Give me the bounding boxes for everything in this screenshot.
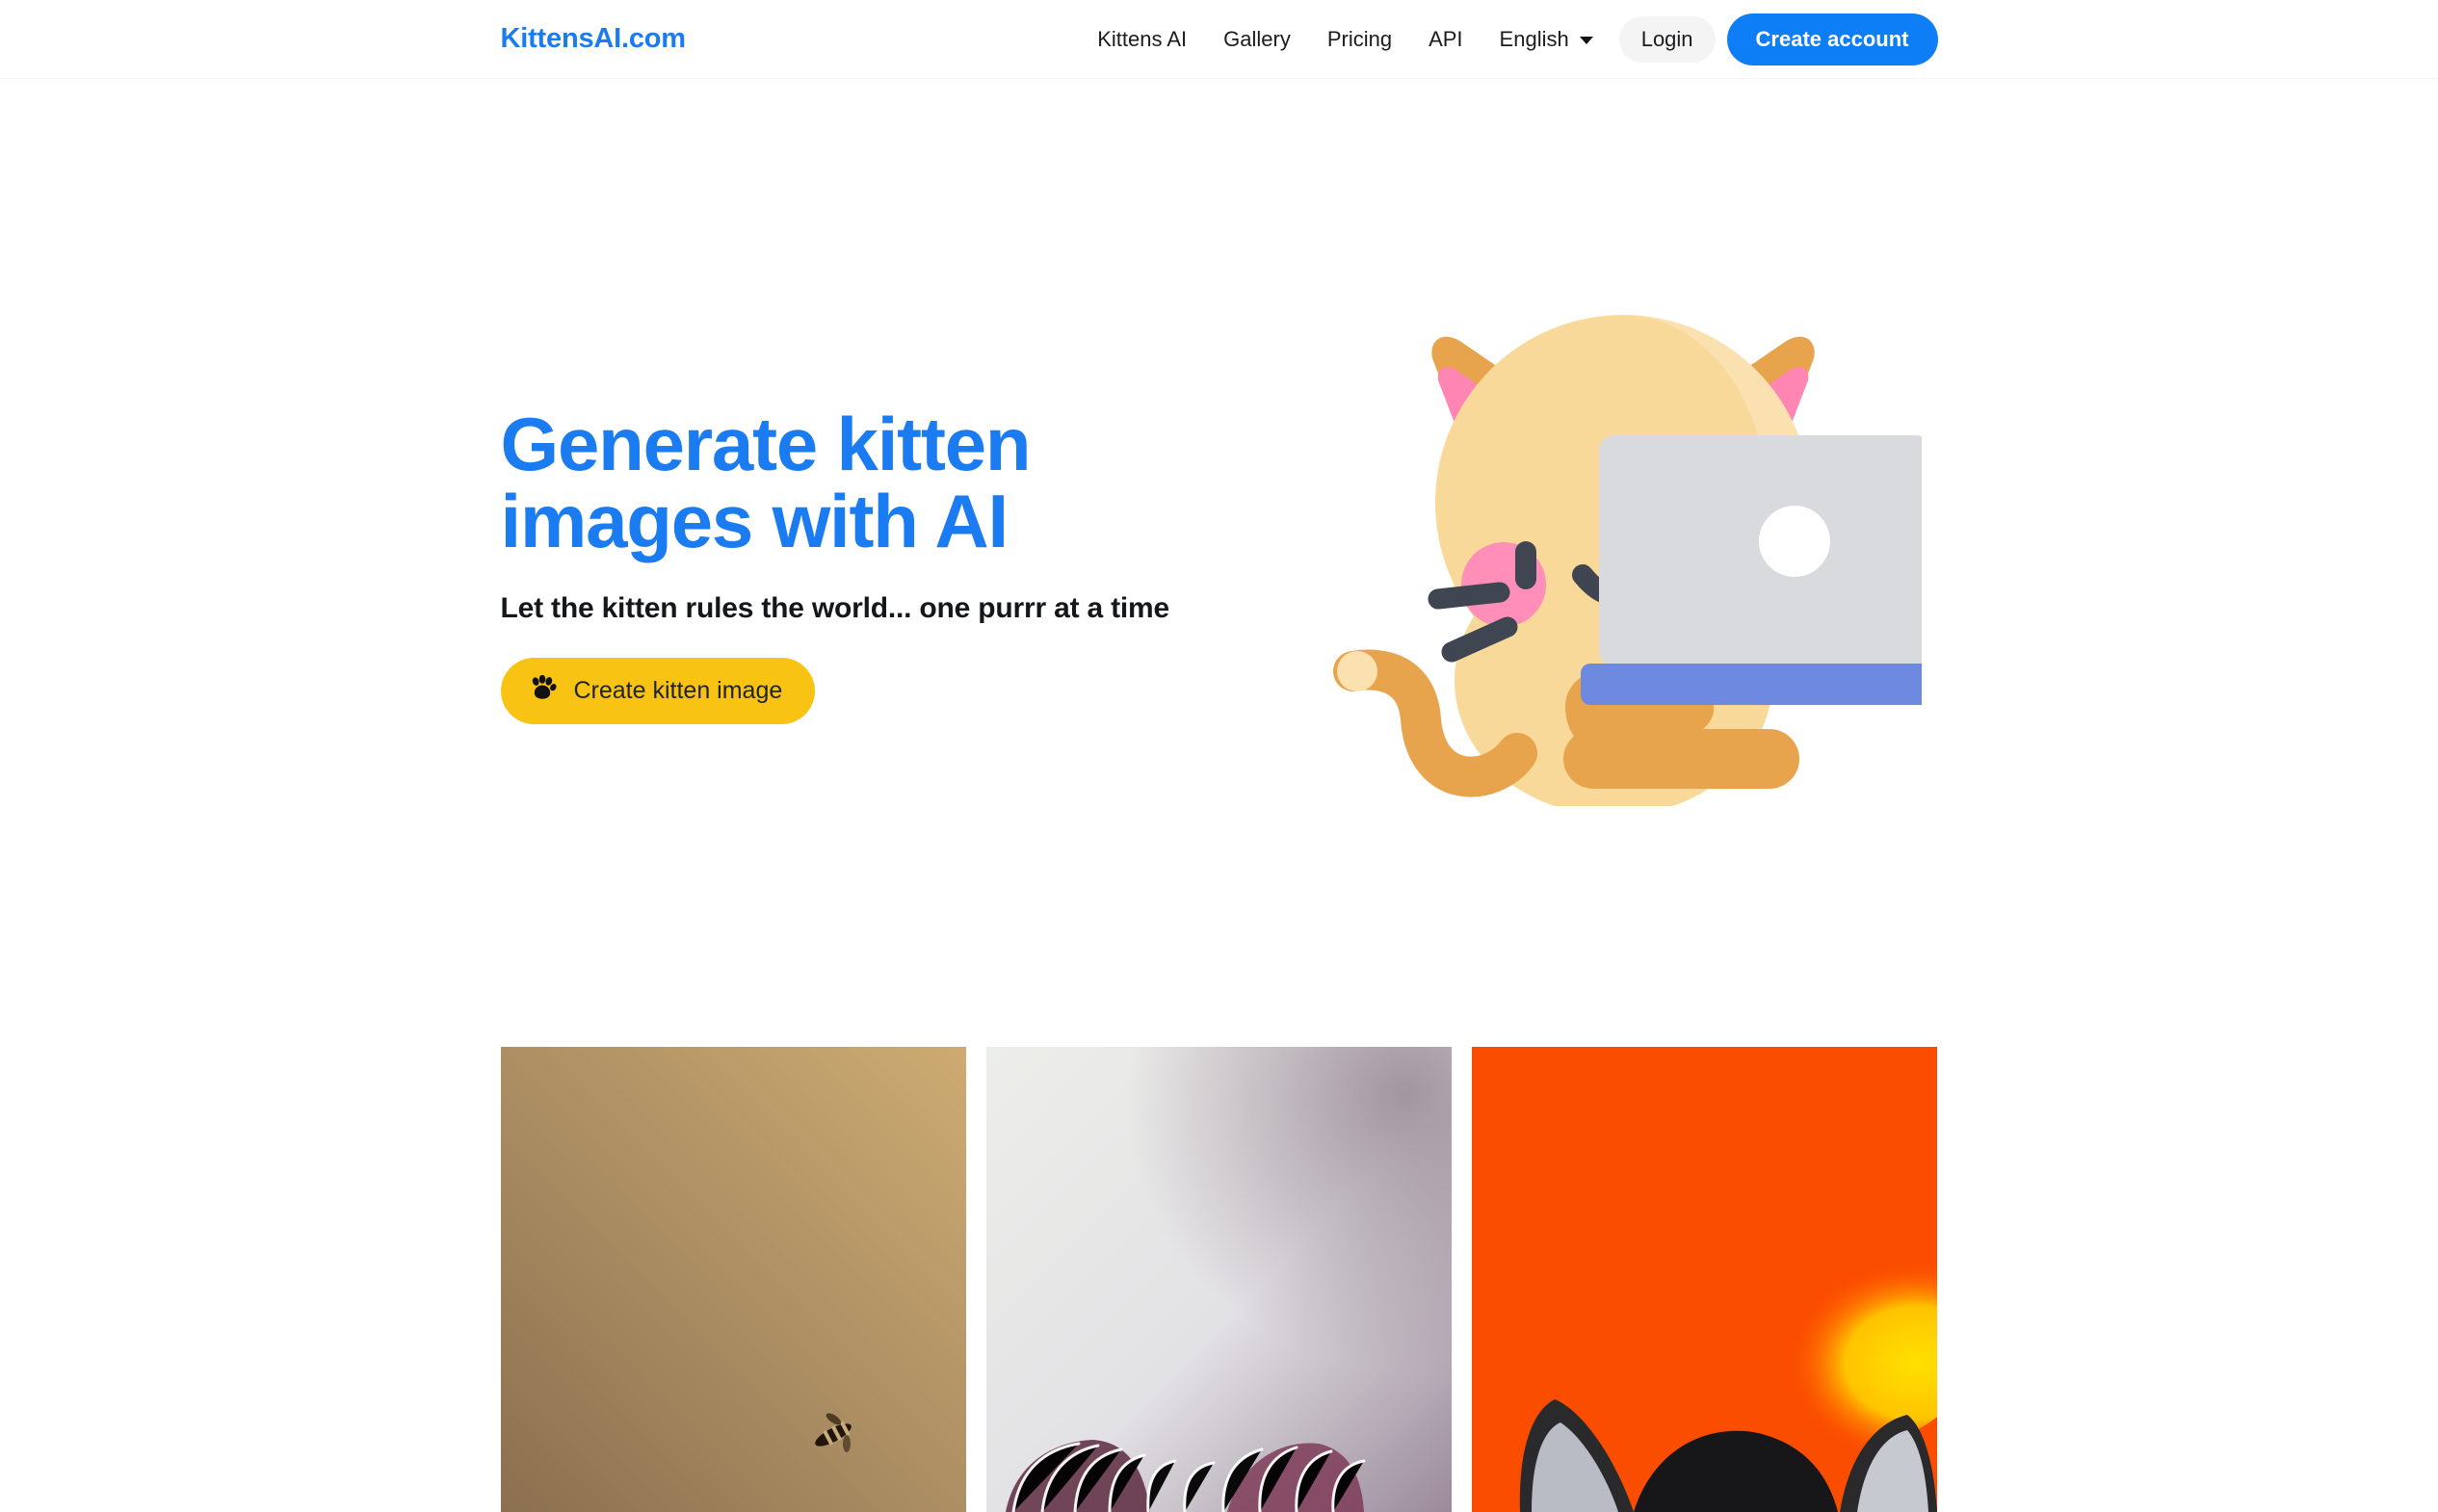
language-selector[interactable]: English xyxy=(1481,27,1612,52)
create-kitten-image-label: Create kitten image xyxy=(573,677,783,705)
login-button[interactable]: Login xyxy=(1618,15,1716,63)
hero-title: Generate kitten images with AI xyxy=(500,405,1262,563)
gallery-grid xyxy=(500,1047,1938,1512)
main-content: Generate kitten images with AI Let the k… xyxy=(0,79,2438,1512)
gallery-image-white-kitten-ears[interactable] xyxy=(985,1047,1452,1512)
hero-title-line-2: images with AI xyxy=(500,478,1009,563)
nav-item-kittens-ai[interactable]: Kittens AI xyxy=(1079,28,1205,50)
gallery-image-bee-on-tan[interactable] xyxy=(500,1047,966,1512)
nav-item-gallery[interactable]: Gallery xyxy=(1205,28,1309,50)
create-account-button[interactable]: Create account xyxy=(1726,13,1938,65)
chevron-down-icon xyxy=(1579,37,1593,44)
nav-item-pricing[interactable]: Pricing xyxy=(1309,28,1410,50)
kitten-with-laptop-illustration xyxy=(1324,267,1922,806)
hero-section: Generate kitten images with AI Let the k… xyxy=(500,79,1938,1042)
hero-subtitle: Let the kitten rules the world... one pu… xyxy=(500,592,1170,625)
create-kitten-image-button[interactable]: Create kitten image xyxy=(500,658,816,725)
paw-print-icon xyxy=(528,674,557,707)
language-selector-label: English xyxy=(1499,26,1569,51)
brand-logo[interactable]: KittensAI.com xyxy=(501,23,687,55)
hero-copy: Generate kitten images with AI Let the k… xyxy=(500,405,1262,725)
gallery-image-orange-sunset-cat[interactable] xyxy=(1471,1047,1937,1512)
header-inner: KittensAI.com Kittens AI Gallery Pricing… xyxy=(501,0,1938,78)
main-navigation: Kittens AI Gallery Pricing API English L… xyxy=(1079,13,1938,65)
hero-title-line-1: Generate kitten xyxy=(500,402,1032,486)
nav-item-api[interactable]: API xyxy=(1410,28,1481,50)
site-header: KittensAI.com Kittens AI Gallery Pricing… xyxy=(0,0,2438,79)
